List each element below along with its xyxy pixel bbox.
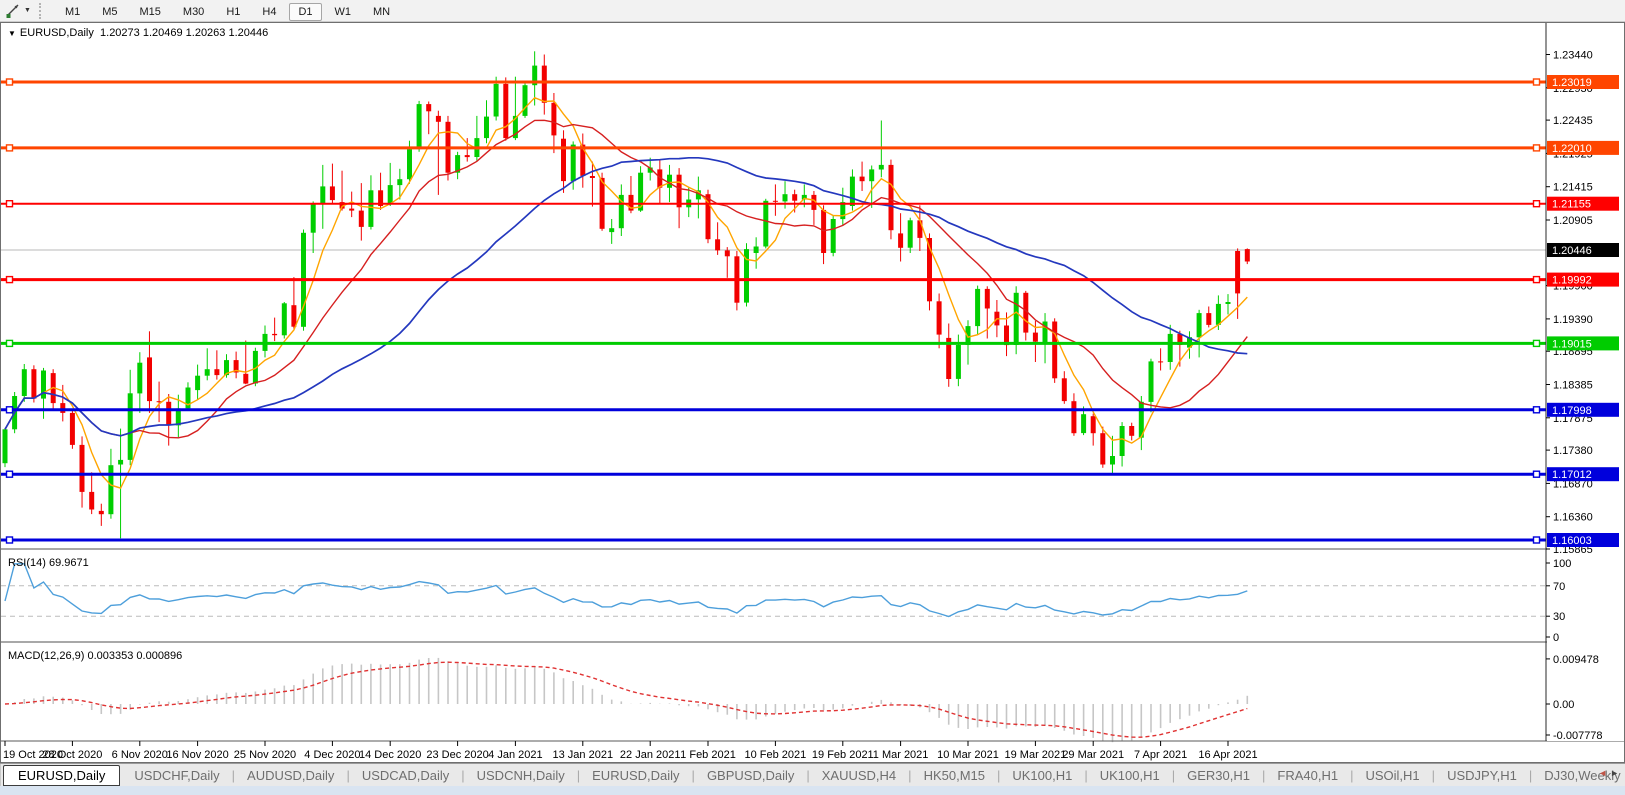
svg-text:70: 70 [1553,581,1565,593]
tab-scroll-arrows: ◄► [1598,768,1622,778]
chart-tab-EURUSD-Daily[interactable]: EURUSD,Daily [580,766,691,785]
timeframe-button-MN[interactable]: MN [364,3,399,21]
status-strip [0,786,1625,795]
chart-tab-HK50-M15[interactable]: HK50,M15 [912,766,997,785]
svg-text:13 Jan 2021: 13 Jan 2021 [553,749,614,761]
collapse-triangle-icon[interactable]: ▼ [8,29,16,38]
chart-tab-EURUSD-Daily[interactable]: EURUSD,Daily [3,764,121,786]
svg-text:0: 0 [1553,632,1559,644]
chart-tab-USDCAD-Daily[interactable]: USDCAD,Daily [350,766,461,785]
chart-canvas[interactable]: 1.234401.229301.224351.219251.214151.209… [1,23,1625,762]
timeframe-button-D1[interactable]: D1 [289,2,322,21]
timeframe-button-M1[interactable]: M1 [56,3,89,21]
chart-tab-FRA40-H1[interactable]: FRA40,H1 [1265,766,1350,785]
timeframe-button-H4[interactable]: H4 [253,3,285,21]
svg-text:30: 30 [1553,611,1565,623]
chart-title: ▼ EURUSD,Daily 1.20273 1.20469 1.20263 1.… [8,27,268,51]
svg-text:100: 100 [1553,558,1571,570]
timeframe-button-M15[interactable]: M15 [131,3,170,21]
svg-text:23 Dec 2020: 23 Dec 2020 [426,749,488,761]
svg-text:19 Mar 2021: 19 Mar 2021 [1005,749,1067,761]
svg-text:1.17380: 1.17380 [1553,445,1593,457]
svg-text:7 Apr 2021: 7 Apr 2021 [1134,749,1187,761]
svg-text:1.21155: 1.21155 [1552,199,1591,211]
svg-text:4 Jan 2021: 4 Jan 2021 [488,749,542,761]
svg-text:1.18385: 1.18385 [1553,380,1593,392]
chart-title-ohlc: 1.20273 1.20469 1.20263 1.20446 [100,27,269,39]
chart-tab-UK100-H1[interactable]: UK100,H1 [1000,766,1084,785]
svg-text:29 Mar 2021: 29 Mar 2021 [1062,749,1124,761]
svg-text:-0.007778: -0.007778 [1553,730,1603,742]
svg-text:1.17012: 1.17012 [1552,469,1592,481]
svg-text:0.009478: 0.009478 [1553,654,1599,666]
svg-text:1.19992: 1.19992 [1552,275,1592,287]
svg-text:1.22010: 1.22010 [1552,143,1592,155]
svg-text:1.17998: 1.17998 [1552,405,1592,417]
trendline-cursor-icon[interactable] [3,2,23,20]
timeframe-button-H1[interactable]: H1 [217,3,249,21]
chart-tab-GBPUSD-Daily[interactable]: GBPUSD,Daily [695,766,806,785]
chart-tab-USDJPY-H1[interactable]: USDJPY,H1 [1435,766,1529,785]
rsi-line [4,563,1248,618]
svg-text:19 Feb 2021: 19 Feb 2021 [812,749,874,761]
svg-text:1 Mar 2021: 1 Mar 2021 [873,749,929,761]
tab-scroll-left-icon[interactable]: ◄ [1598,768,1610,778]
svg-text:1.19015: 1.19015 [1552,338,1592,350]
timeframe-button-M30[interactable]: M30 [174,3,213,21]
chart-tabs: EURUSD,Daily USDCHF,Daily | AUDUSD,Daily | US… [1,764,1625,786]
svg-text:25 Nov 2020: 25 Nov 2020 [234,749,296,761]
svg-text:4 Dec 2020: 4 Dec 2020 [304,749,360,761]
svg-text:22 Jan 2021: 22 Jan 2021 [620,749,681,761]
horizontal-level-lines[interactable] [1,78,1546,544]
svg-text:1.16003: 1.16003 [1552,535,1592,547]
top-toolbar: ▼ M1 M5 M15 M30 H1 H4 D1 W1 MN [0,0,1625,22]
chart-tab-UK100-H1[interactable]: UK100,H1 [1088,766,1172,785]
svg-text:6 Nov 2020: 6 Nov 2020 [112,749,168,761]
fast-ma-line [4,96,1248,489]
svg-text:16 Apr 2021: 16 Apr 2021 [1198,749,1257,761]
svg-text:1 Feb 2021: 1 Feb 2021 [680,749,736,761]
toolbar-grip[interactable] [38,2,46,19]
timeframe-button-M5[interactable]: M5 [93,3,126,21]
macd-indicator-label: MACD(12,26,9) 0.003353 0.000896 [8,650,183,662]
svg-text:1.23019: 1.23019 [1552,77,1592,89]
chart-window: ▼ EURUSD,Daily 1.20273 1.20469 1.20263 1.… [0,22,1625,763]
macd-histogram [13,657,1249,743]
svg-text:1.20905: 1.20905 [1553,215,1593,227]
chart-tab-GER30-H1[interactable]: GER30,H1 [1175,766,1262,785]
candlesticks [2,51,1250,539]
timeframe-button-W1[interactable]: W1 [326,3,361,21]
svg-text:10 Feb 2021: 10 Feb 2021 [745,749,807,761]
svg-text:1.23440: 1.23440 [1553,50,1593,62]
svg-text:1.22435: 1.22435 [1553,115,1593,127]
tab-scroll-right-icon[interactable]: ► [1610,768,1622,778]
chart-tab-bar: EURUSD,Daily USDCHF,Daily | AUDUSD,Daily | US… [0,763,1625,786]
time-axis[interactable]: 19 Oct 202028 Oct 2020 6 Nov 202016 Nov 2… [3,741,1258,761]
chart-tab-XAUUSD-H4[interactable]: XAUUSD,H4 [810,766,908,785]
svg-text:10 Mar 2021: 10 Mar 2021 [937,749,999,761]
svg-text:1.16360: 1.16360 [1553,512,1593,524]
svg-text:0.00: 0.00 [1553,699,1574,711]
chart-tab-USDCHF-Daily[interactable]: USDCHF,Daily [122,766,231,785]
svg-text:1.19390: 1.19390 [1553,314,1593,326]
chart-tab-USDCNH-Daily[interactable]: USDCNH,Daily [465,766,577,785]
svg-text:1.20446: 1.20446 [1552,245,1592,257]
svg-text:14 Dec 2020: 14 Dec 2020 [359,749,421,761]
rsi-indicator-label: RSI(14) 69.9671 [8,557,89,569]
svg-text:16 Nov 2020: 16 Nov 2020 [166,749,228,761]
slow-ma-line [4,156,1248,437]
timeframe-buttons: M1 M5 M15 M30 H1 H4 D1 W1 MN [54,2,401,21]
chart-tab-USOil-H1[interactable]: USOil,H1 [1353,766,1431,785]
macd-signal-line [4,661,1248,738]
svg-text:28 Oct 2020: 28 Oct 2020 [42,749,102,761]
chart-title-symbol: EURUSD,Daily [19,27,94,39]
dropdown-caret-icon[interactable]: ▼ [24,7,31,14]
chart-tab-AUDUSD-Daily[interactable]: AUDUSD,Daily [235,766,346,785]
svg-text:1.21415: 1.21415 [1553,182,1593,194]
